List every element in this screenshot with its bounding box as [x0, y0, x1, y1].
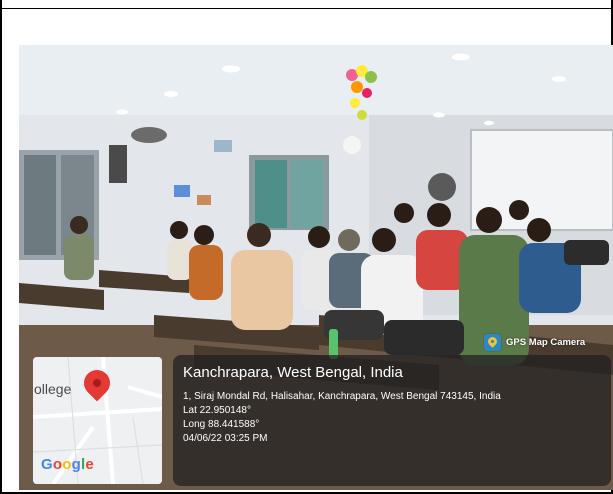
gps-badge: GPS Map Camera	[484, 333, 585, 351]
address-line: 1, Siraj Mondal Rd, Halisahar, Kanchrapa…	[183, 391, 501, 402]
top-divider	[2, 8, 611, 9]
latitude-line: Lat 22.950148°	[183, 405, 251, 416]
map-thumbnail: ollege Google	[33, 357, 162, 484]
longitude-line: Long 88.441588°	[183, 419, 260, 430]
gps-badge-label: GPS Map Camera	[506, 336, 586, 348]
location-title: Kanchrapara, West Bengal, India	[183, 364, 403, 381]
map-place-label: ollege	[34, 381, 72, 397]
datetime-line: 04/06/22 03:25 PM	[183, 433, 268, 444]
google-logo: Google	[41, 456, 94, 473]
location-info-panel: Kanchrapara, West Bengal, India 1, Siraj…	[173, 355, 611, 486]
gps-map-camera-icon	[484, 333, 501, 351]
page-frame: GPS Map Camera ollege Google Kanchrapara…	[0, 0, 613, 494]
